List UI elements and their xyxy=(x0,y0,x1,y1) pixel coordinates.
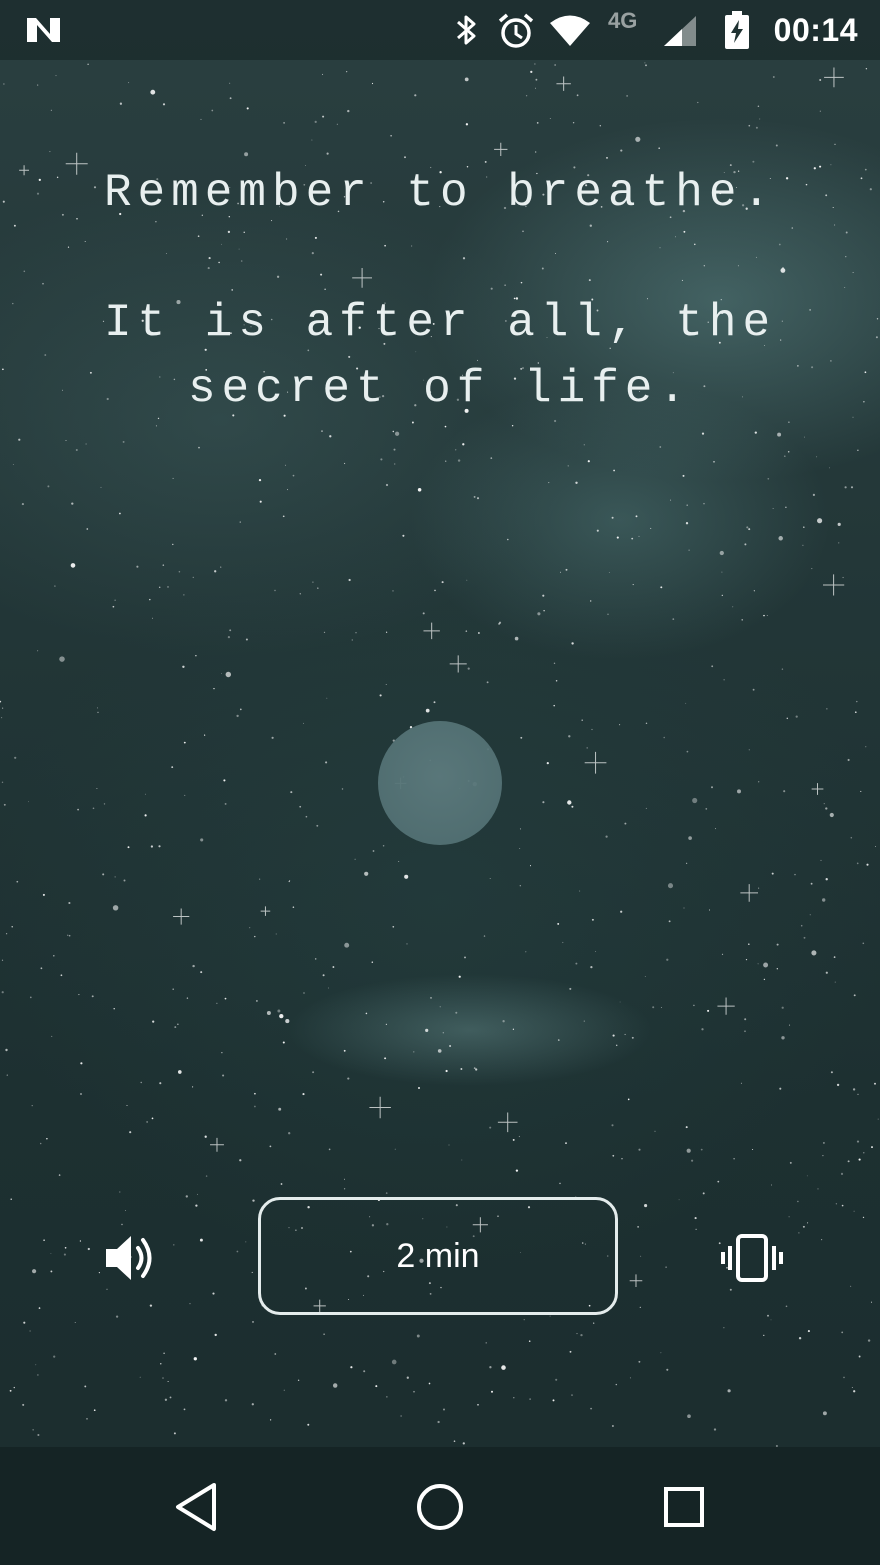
status-time: 00:14 xyxy=(773,12,858,48)
quote-text: Remember to breathe. It is after all, th… xyxy=(0,160,880,422)
volume-icon xyxy=(100,1236,160,1290)
quote-line-after-all: It is after all, the xyxy=(103,297,777,349)
vibrate-icon xyxy=(720,1234,784,1287)
vibrate-toggle-button[interactable] xyxy=(720,1233,784,1283)
battery-charging-icon xyxy=(724,10,750,55)
sound-toggle-button[interactable] xyxy=(100,1230,160,1286)
duration-button[interactable]: 2 min xyxy=(258,1197,618,1315)
bluetooth-icon xyxy=(452,12,480,53)
alarm-icon xyxy=(496,11,536,56)
back-icon xyxy=(166,1483,230,1543)
wifi-icon xyxy=(548,14,592,53)
recents-button[interactable] xyxy=(652,1475,716,1539)
back-button[interactable] xyxy=(166,1475,230,1539)
duration-label: 2 min xyxy=(396,1236,480,1275)
home-button[interactable] xyxy=(408,1475,472,1539)
notification-n-icon xyxy=(24,14,64,51)
status-bar: 4G 00:14 xyxy=(0,0,880,60)
recents-icon xyxy=(652,1487,716,1543)
navigation-bar xyxy=(0,1447,880,1565)
app-screen: 4G 00:14 Remember to breathe. It is afte… xyxy=(0,0,880,1565)
breathing-circle[interactable] xyxy=(378,721,502,845)
network-type-label: 4G xyxy=(608,8,638,33)
home-icon xyxy=(408,1484,472,1543)
cell-signal-icon xyxy=(662,14,698,53)
quote-line-remember: Remember to breathe. xyxy=(103,167,777,219)
quote-line-secret: secret of life. xyxy=(187,363,693,415)
